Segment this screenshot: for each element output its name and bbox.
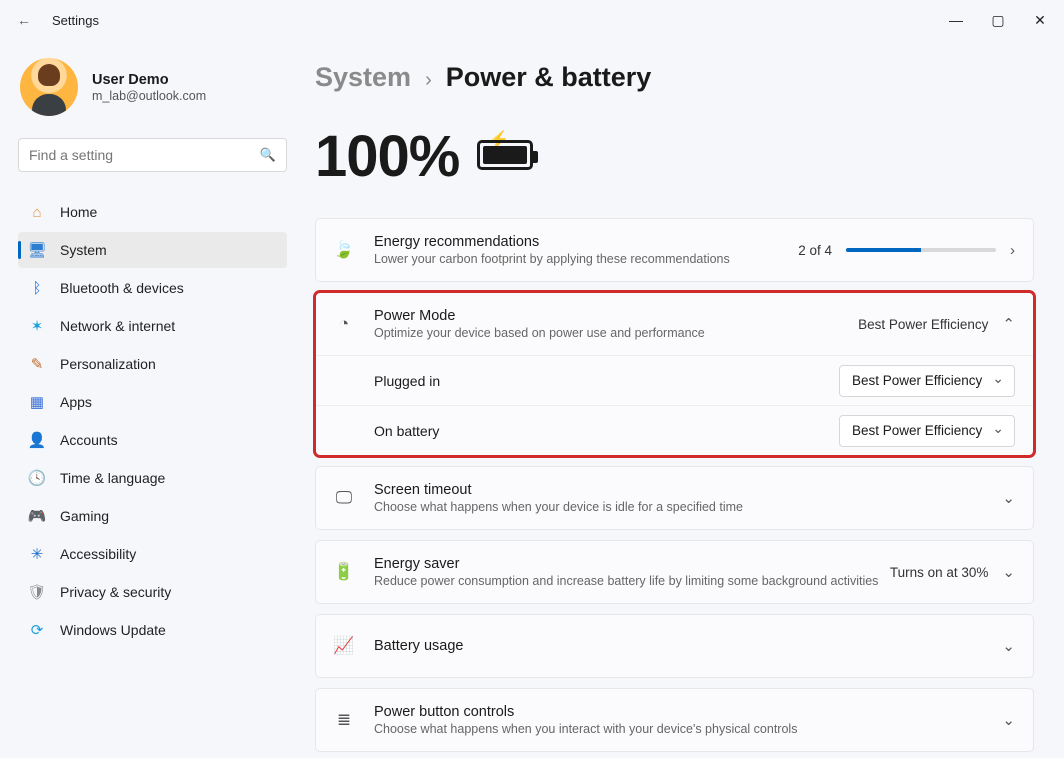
energy-rec-count: 2 of 4 — [798, 243, 832, 258]
sidebar-item-label: Home — [60, 204, 97, 220]
sidebar-item-label: Accounts — [60, 432, 118, 448]
sidebar-item-gaming[interactable]: 🎮 Gaming — [18, 498, 287, 534]
on-battery-label: On battery — [374, 423, 839, 439]
card-desc: Optimize your device based on power use … — [374, 326, 858, 340]
sidebar: User Demo m_lab@outlook.com 🔍 ⌂ Home 🖥 Sys… — [0, 40, 305, 758]
battery-status: 100% ⚡ — [315, 123, 1034, 190]
card-desc: Choose what happens when your device is … — [374, 500, 1002, 514]
profile-email: m_lab@outlook.com — [92, 89, 206, 103]
sidebar-item-label: Bluetooth & devices — [60, 280, 184, 296]
card-desc: Choose what happens when you interact wi… — [374, 722, 1002, 736]
sidebar-item-accounts[interactable]: 👤 Accounts — [18, 422, 287, 458]
plugged-in-dropdown[interactable]: Best Power Efficiency — [839, 365, 1015, 397]
gamepad-icon: 🎮 — [28, 507, 46, 525]
card-title: Power Mode — [374, 308, 858, 324]
card-power-mode: ◔ Power Mode Optimize your device based … — [315, 292, 1034, 456]
person-icon: 👤 — [28, 431, 46, 449]
search-box[interactable]: 🔍 — [18, 138, 287, 172]
main-content: System › Power & battery 100% ⚡ 🍃 Energy… — [305, 40, 1064, 758]
card-desc: Lower your carbon footprint by applying … — [374, 252, 798, 266]
battery-icon — [477, 140, 533, 170]
card-title: Energy recommendations — [374, 234, 798, 250]
sidebar-item-label: Personalization — [60, 356, 156, 372]
clock-icon: 🕓 — [28, 469, 46, 487]
sidebar-item-update[interactable]: ⟳ Windows Update — [18, 612, 287, 648]
breadcrumb: System › Power & battery — [315, 62, 1034, 93]
maximize-button[interactable]: ▢ — [988, 12, 1008, 29]
sidebar-item-label: Network & internet — [60, 318, 175, 334]
chart-icon: 📈 — [332, 636, 356, 656]
sidebar-item-label: System — [60, 242, 107, 258]
titlebar: ← Settings — ▢ ✕ — [0, 0, 1064, 40]
chevron-right-icon[interactable]: › — [1010, 242, 1015, 259]
chevron-up-icon[interactable]: ⌃ — [1002, 315, 1015, 333]
card-power-button[interactable]: ≣ Power button controls Choose what happ… — [315, 688, 1034, 752]
card-title: Battery usage — [374, 638, 1002, 654]
shield-icon: 🛡 — [28, 583, 46, 601]
sidebar-item-apps[interactable]: ▦ Apps — [18, 384, 287, 420]
leaf-icon: 🍃 — [332, 240, 356, 260]
card-energy-saver[interactable]: 🔋 Energy saver Reduce power consumption … — [315, 540, 1034, 604]
brush-icon: ✎ — [28, 355, 46, 373]
chevron-down-icon[interactable]: ⌄ — [1002, 711, 1015, 729]
sliders-icon: ≣ — [332, 710, 356, 730]
chevron-down-icon[interactable]: ⌄ — [1002, 637, 1015, 655]
card-title: Power button controls — [374, 704, 1002, 720]
window-title: Settings — [52, 13, 99, 28]
sidebar-item-label: Apps — [60, 394, 92, 410]
card-battery-usage[interactable]: 📈 Battery usage ⌄ — [315, 614, 1034, 678]
sidebar-item-system[interactable]: 🖥 System — [18, 232, 287, 268]
card-title: Screen timeout — [374, 482, 1002, 498]
card-energy-recommendations[interactable]: 🍃 Energy recommendations Lower your carb… — [315, 218, 1034, 282]
search-icon: 🔍 — [260, 147, 276, 163]
apps-icon: ▦ — [28, 393, 46, 411]
card-screen-timeout[interactable]: 🖵 Screen timeout Choose what happens whe… — [315, 466, 1034, 530]
power-mode-battery-row: On battery Best Power Efficiency — [316, 405, 1033, 455]
wifi-icon: ✶ — [28, 317, 46, 335]
sidebar-item-network[interactable]: ✶ Network & internet — [18, 308, 287, 344]
sidebar-item-time[interactable]: 🕓 Time & language — [18, 460, 287, 496]
gauge-icon: ◔ — [332, 314, 356, 334]
power-mode-header[interactable]: ◔ Power Mode Optimize your device based … — [316, 293, 1033, 355]
sidebar-item-label: Time & language — [60, 470, 165, 486]
sidebar-item-bluetooth[interactable]: ᛒ Bluetooth & devices — [18, 270, 287, 306]
sidebar-item-privacy[interactable]: 🛡 Privacy & security — [18, 574, 287, 610]
card-desc: Reduce power consumption and increase ba… — [374, 574, 890, 588]
sidebar-item-home[interactable]: ⌂ Home — [18, 194, 287, 230]
monitor-icon: 🖵 — [332, 488, 356, 508]
on-battery-dropdown[interactable]: Best Power Efficiency — [839, 415, 1015, 447]
avatar — [20, 58, 78, 116]
search-input[interactable] — [29, 147, 260, 163]
bluetooth-icon: ᛒ — [28, 279, 46, 297]
accessibility-icon: ✳ — [28, 545, 46, 563]
minimize-button[interactable]: — — [946, 12, 966, 29]
close-button[interactable]: ✕ — [1030, 12, 1050, 29]
sidebar-item-label: Gaming — [60, 508, 109, 524]
energy-saver-status: Turns on at 30% — [890, 565, 989, 580]
progress-bar — [846, 248, 996, 252]
power-mode-summary: Best Power Efficiency — [858, 317, 988, 332]
battery-leaf-icon: 🔋 — [332, 562, 356, 582]
sidebar-item-label: Accessibility — [60, 546, 136, 562]
chevron-down-icon[interactable]: ⌄ — [1002, 563, 1015, 581]
back-button[interactable]: ← — [14, 12, 34, 28]
power-mode-plugged-row: Plugged in Best Power Efficiency — [316, 355, 1033, 405]
profile-name: User Demo — [92, 72, 206, 88]
page-title: Power & battery — [446, 62, 652, 93]
battery-percent: 100% — [315, 123, 459, 190]
system-icon: 🖥 — [28, 241, 46, 259]
nav: ⌂ Home 🖥 System ᛒ Bluetooth & devices ✶ Netw… — [18, 194, 287, 648]
card-title: Energy saver — [374, 556, 890, 572]
sidebar-item-label: Windows Update — [60, 622, 166, 638]
update-icon: ⟳ — [28, 621, 46, 639]
chevron-down-icon[interactable]: ⌄ — [1002, 489, 1015, 507]
chevron-right-icon: › — [425, 69, 432, 92]
plugged-in-label: Plugged in — [374, 373, 839, 389]
sidebar-item-label: Privacy & security — [60, 584, 171, 600]
profile-block[interactable]: User Demo m_lab@outlook.com — [18, 52, 287, 138]
breadcrumb-root[interactable]: System — [315, 62, 411, 93]
sidebar-item-accessibility[interactable]: ✳ Accessibility — [18, 536, 287, 572]
sidebar-item-personalization[interactable]: ✎ Personalization — [18, 346, 287, 382]
home-icon: ⌂ — [28, 203, 46, 221]
